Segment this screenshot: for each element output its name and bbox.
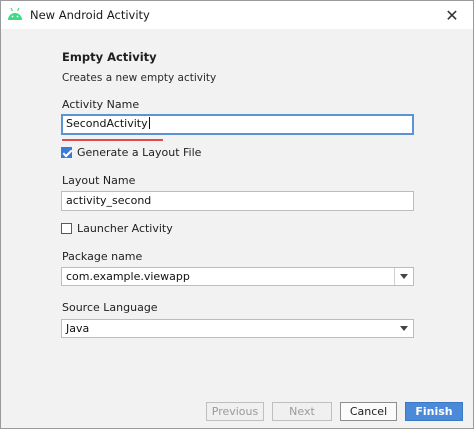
source-language-label: Source Language	[62, 301, 158, 314]
section-title: Empty Activity	[62, 50, 157, 64]
layout-name-value: activity_second	[66, 194, 152, 207]
finish-button[interactable]: Finish	[405, 402, 463, 421]
next-button[interactable]: Next	[272, 402, 332, 421]
activity-name-label: Activity Name	[62, 98, 140, 111]
text-caret	[148, 117, 150, 129]
title-bar: New Android Activity ✕	[1, 1, 473, 29]
source-language-dropdown[interactable]: Java	[61, 319, 414, 338]
chevron-down-icon	[400, 274, 408, 279]
dialog-footer: Previous Next Cancel Finish	[1, 394, 473, 428]
section-description: Creates a new empty activity	[62, 72, 217, 84]
package-name-label: Package name	[62, 250, 143, 263]
language-dropdown-arrow[interactable]	[395, 320, 413, 337]
android-icon	[7, 7, 23, 21]
generate-layout-checkbox[interactable]	[61, 147, 72, 158]
close-icon[interactable]: ✕	[431, 1, 473, 29]
activity-name-value: SecondActivity	[66, 117, 148, 130]
activity-name-field[interactable]: SecondActivity	[61, 114, 414, 135]
layout-name-label: Layout Name	[62, 174, 136, 187]
chevron-down-icon	[400, 326, 408, 331]
launcher-activity-checkbox[interactable]	[61, 223, 72, 234]
package-name-value: com.example.viewapp	[66, 270, 190, 283]
source-language-value: Java	[66, 322, 90, 335]
cancel-button[interactable]: Cancel	[340, 402, 397, 421]
generate-layout-label[interactable]: Generate a Layout File	[77, 146, 201, 159]
spellcheck-underline	[62, 139, 163, 141]
package-name-dropdown[interactable]: com.example.viewapp	[61, 267, 414, 286]
new-activity-dialog: New Android Activity ✕ Empty Activity Cr…	[0, 0, 474, 429]
window-title: New Android Activity	[30, 8, 150, 22]
package-dropdown-arrow-button[interactable]	[394, 268, 413, 285]
layout-name-field[interactable]: activity_second	[61, 191, 414, 211]
launcher-activity-label[interactable]: Launcher Activity	[77, 222, 173, 235]
previous-button[interactable]: Previous	[206, 402, 264, 421]
